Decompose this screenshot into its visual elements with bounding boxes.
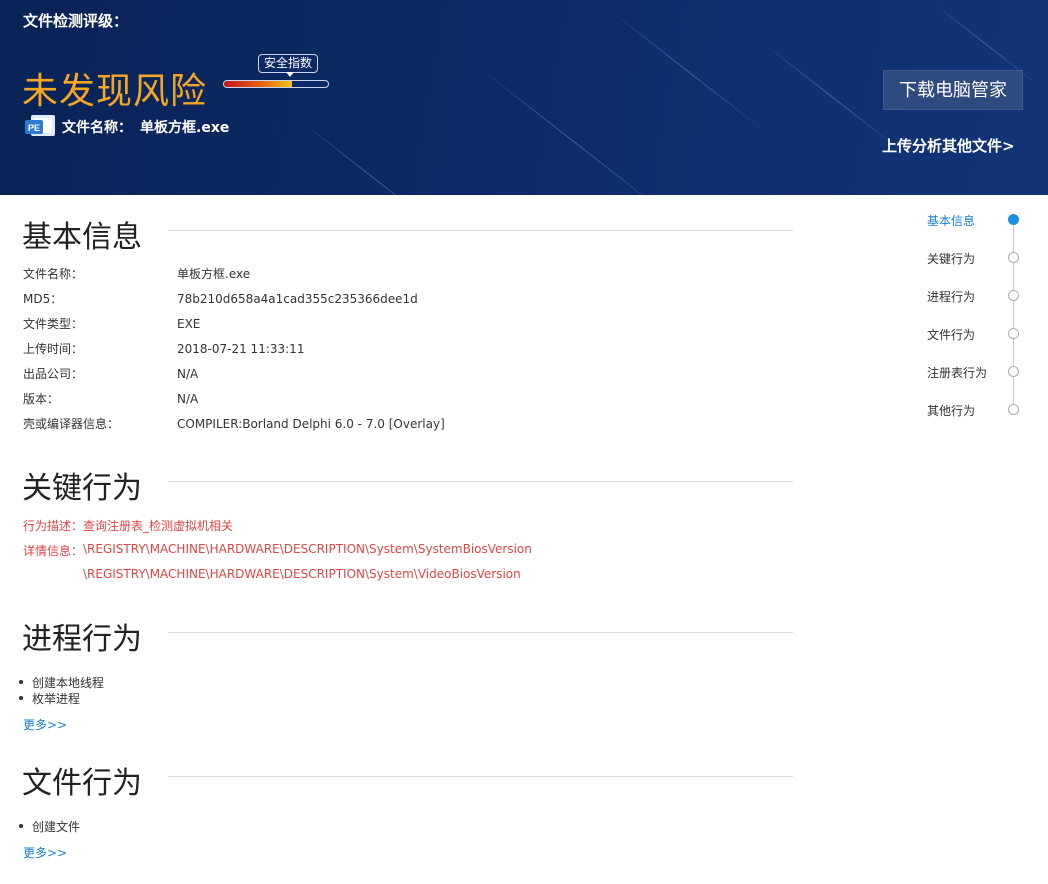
section-divider (168, 230, 793, 231)
nav-item-basic-info[interactable]: 基本信息 (927, 212, 975, 229)
info-key: 文件名称： (23, 267, 84, 281)
info-value: 单板方框.exe (177, 267, 251, 281)
behavior-desc-value: 查询注册表_检测虚拟机相关 (83, 519, 234, 533)
decorative-streak (609, 10, 768, 135)
nav-dot[interactable] (1008, 404, 1019, 415)
decorative-streak (299, 120, 443, 195)
decorative-streak (469, 60, 676, 195)
info-key: 版本： (23, 392, 60, 406)
section-nav-line (1013, 220, 1014, 410)
file-name-row: 文件名称： 单板方框.exe (62, 117, 237, 137)
section-divider (168, 776, 793, 777)
behavior-detail-value: \REGISTRY\MACHINE\HARDWARE\DESCRIPTION\S… (83, 567, 521, 581)
section-title-basic-info: 基本信息 (22, 220, 142, 255)
rating-label: 文件检测评级： (23, 12, 129, 30)
nav-dot-active[interactable] (1008, 214, 1019, 225)
nav-dot[interactable] (1008, 252, 1019, 263)
info-value: N/A (177, 367, 199, 381)
section-divider (168, 481, 793, 482)
verdict-text: 未发现风险 (22, 71, 208, 112)
section-title-file-behavior: 文件行为 (22, 766, 142, 801)
info-key: 上传时间： (23, 342, 84, 356)
safety-gauge (223, 80, 329, 88)
section-title-process-behavior: 进程行为 (22, 622, 142, 657)
section-divider (168, 632, 793, 633)
behavior-desc-label: 行为描述： (23, 519, 84, 533)
nav-dot[interactable] (1008, 328, 1019, 339)
behavior-detail-label: 详情信息： (23, 544, 84, 558)
gauge-tooltip: 安全指数 (258, 54, 319, 73)
pe-file-icon-label: PE (28, 123, 40, 133)
decorative-streak (759, 40, 903, 152)
file-more-link[interactable]: 更多>> (23, 844, 67, 861)
process-list-item: 创建本地线程 (18, 676, 105, 690)
info-value: 78b210d658a4a1cad355c235366dee1d (177, 292, 418, 306)
safety-gauge-fill (224, 81, 292, 87)
upload-other-file-link[interactable]: 上传分析其他文件> (882, 135, 1015, 156)
nav-dot[interactable] (1008, 366, 1019, 377)
nav-item-registry-behavior[interactable]: 注册表行为 (927, 364, 987, 381)
nav-item-file-behavior[interactable]: 文件行为 (927, 326, 975, 343)
nav-item-process-behavior[interactable]: 进程行为 (927, 288, 975, 305)
file-name-label: 文件名称： (62, 120, 132, 136)
info-key: 文件类型： (23, 317, 84, 331)
section-title-key-behavior: 关键行为 (22, 471, 142, 506)
info-value: EXE (177, 317, 201, 331)
nav-item-key-behavior[interactable]: 关键行为 (927, 250, 975, 267)
download-pc-manager-button[interactable]: 下载电脑管家 (883, 70, 1023, 110)
result-banner: 文件检测评级： 未发现风险 安全指数 PE 文件名称： 单板方框.exe 下载电脑… (0, 0, 1048, 195)
gauge-tooltip-arrow (286, 72, 294, 77)
info-value: N/A (177, 392, 199, 406)
file-name-value: 单板方框.exe (140, 120, 230, 136)
info-key: 出品公司： (23, 367, 84, 381)
process-more-link[interactable]: 更多>> (23, 716, 67, 733)
file-list-item: 创建文件 (18, 820, 81, 834)
section-nav: 基本信息 关键行为 进程行为 文件行为 注册表行为 其他行为 (920, 205, 1030, 420)
nav-dot[interactable] (1008, 290, 1019, 301)
info-key: 壳或编译器信息： (23, 417, 120, 431)
process-list-item: 枚举进程 (18, 692, 81, 706)
info-value: COMPILER:Borland Delphi 6.0 - 7.0 [Overl… (177, 417, 445, 431)
pe-file-icon: PE (25, 115, 55, 136)
info-value: 2018-07-21 11:33:11 (177, 342, 305, 356)
nav-item-other-behavior[interactable]: 其他行为 (927, 402, 975, 419)
info-key: MD5： (23, 292, 63, 306)
behavior-detail-value: \REGISTRY\MACHINE\HARDWARE\DESCRIPTION\S… (83, 542, 532, 556)
